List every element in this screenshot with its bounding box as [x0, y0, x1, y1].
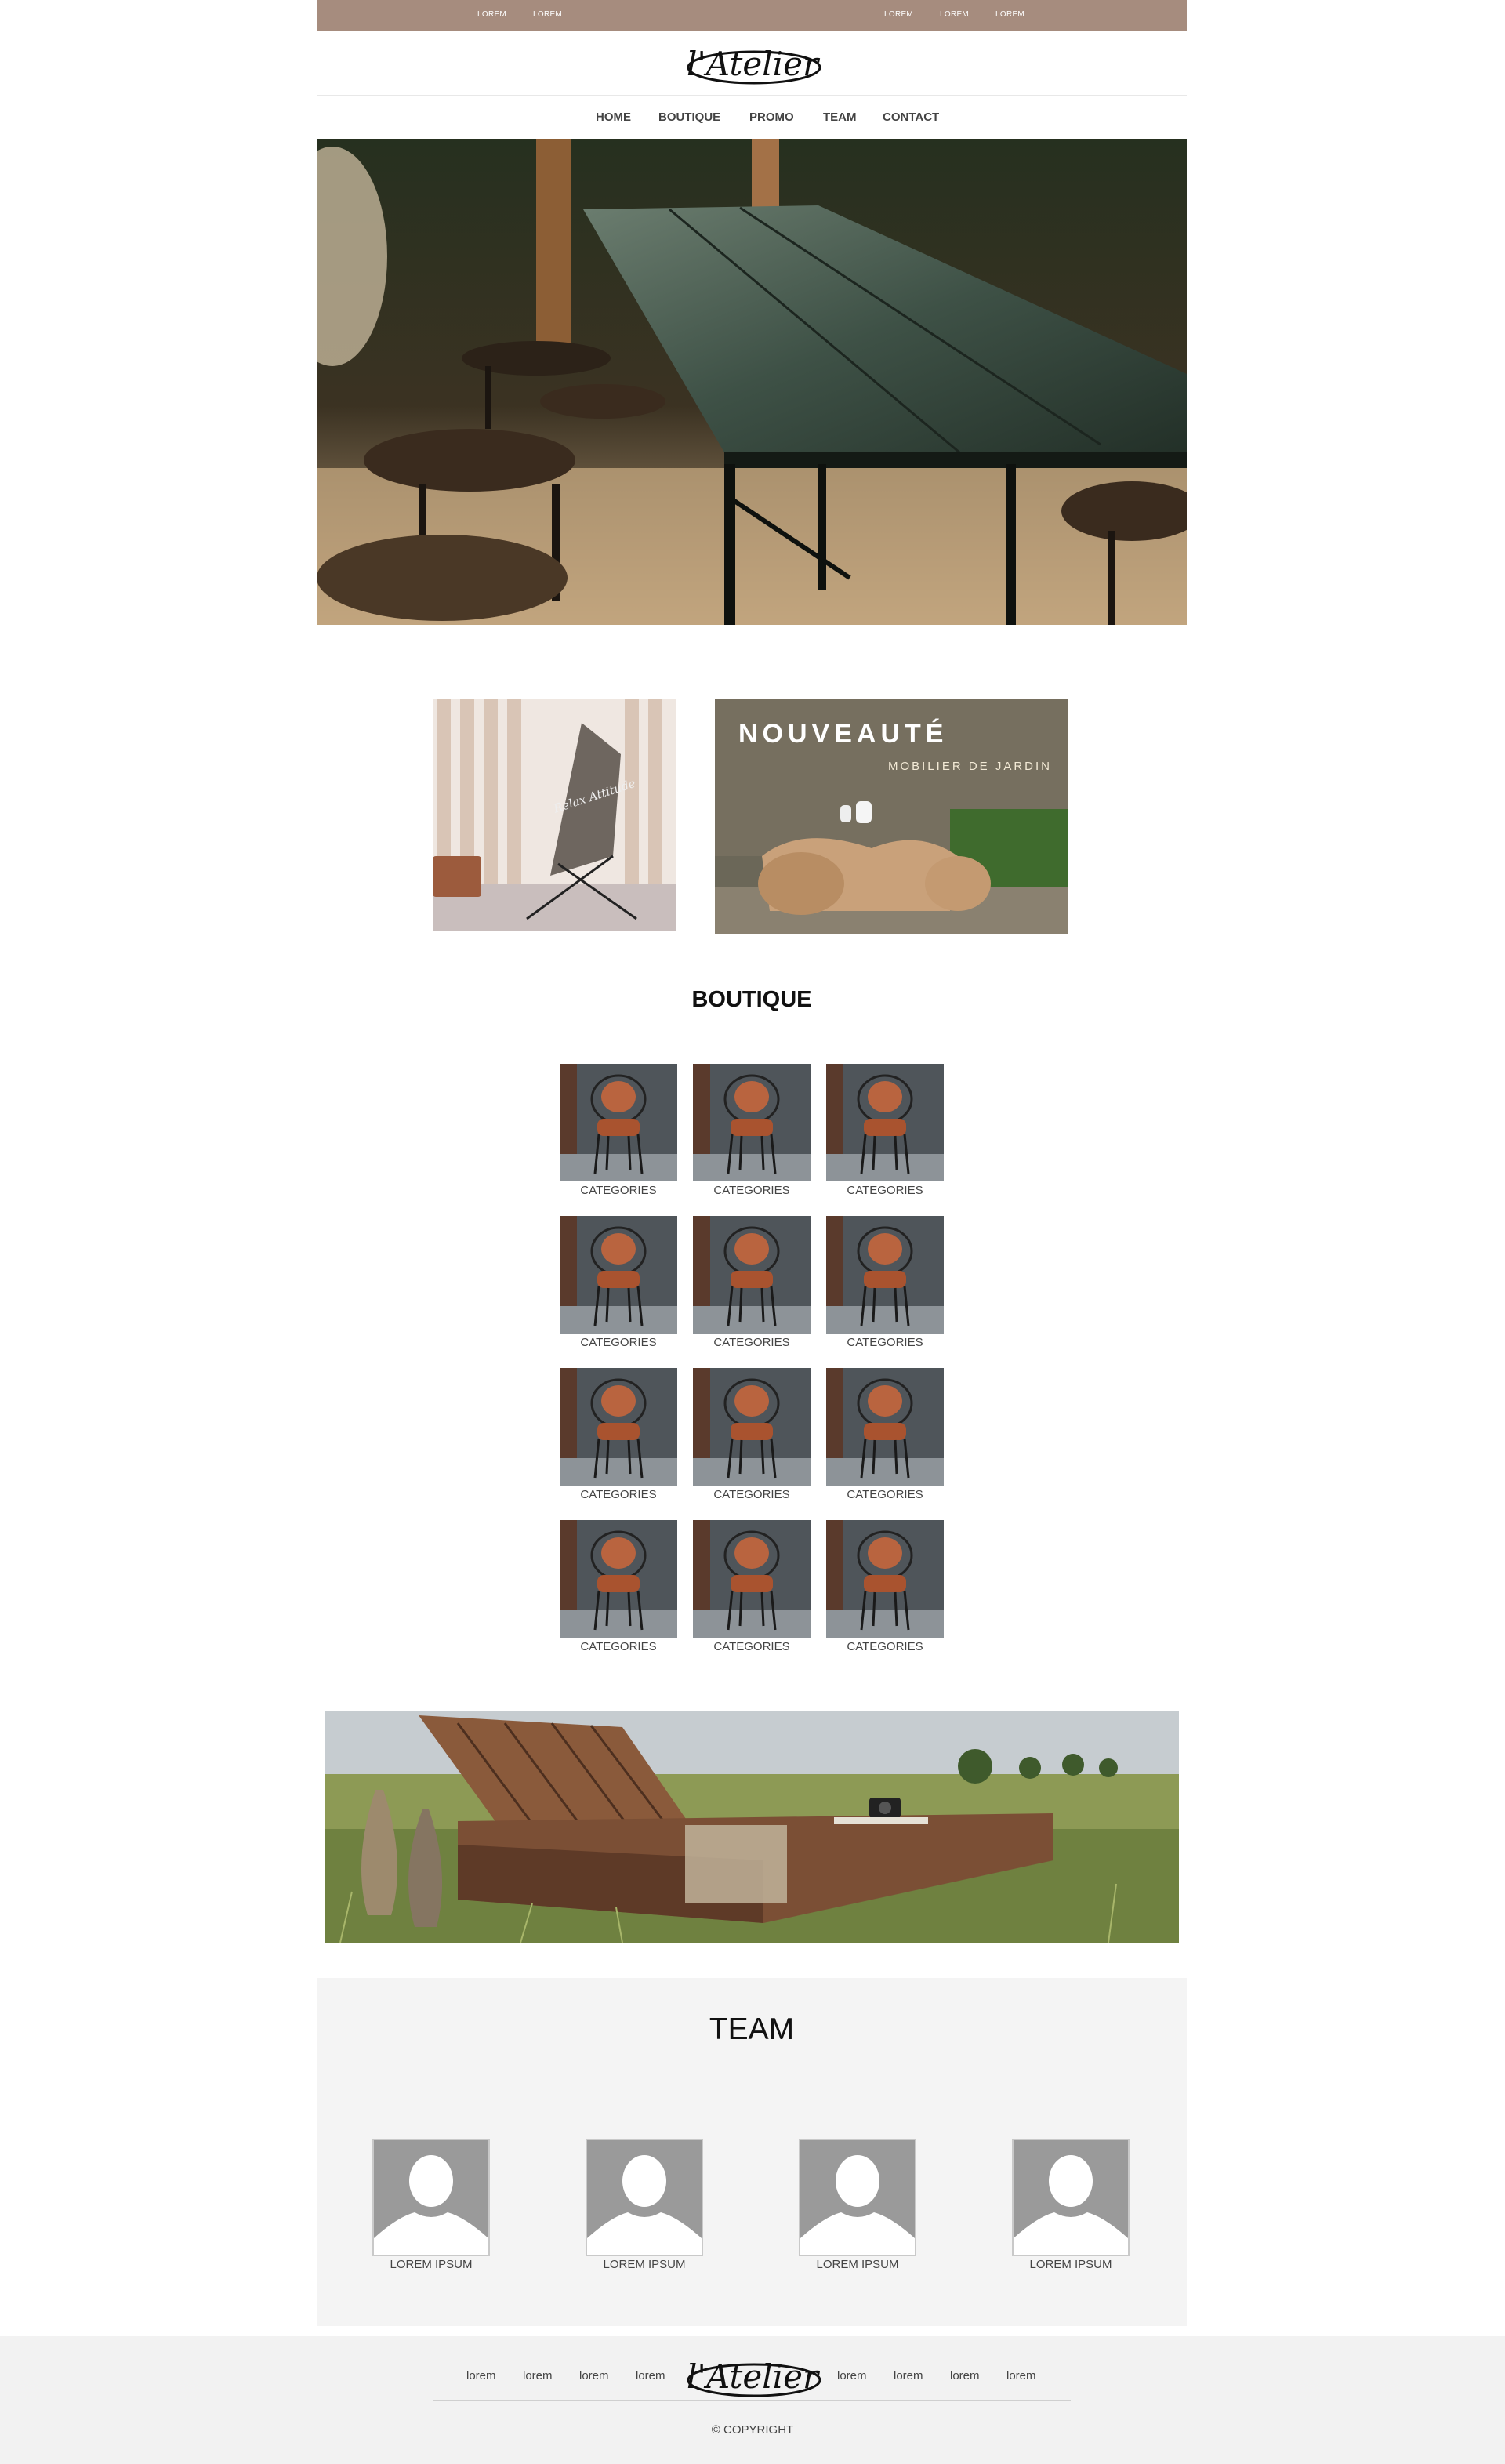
category-label[interactable]: CATEGORIES	[693, 1640, 811, 1653]
promo-subtitle: MOBILIER DE JARDIN	[888, 760, 1052, 773]
category-tile[interactable]: CATEGORIES	[560, 1368, 677, 1503]
category-label[interactable]: CATEGORIES	[560, 1336, 677, 1349]
team-section: TEAM LOREM IPSUM LOREM IPSUM LOREM IPSUM…	[317, 1978, 1187, 2326]
main-nav: HOME BOUTIQUE PROMO TEAM CONTACT	[317, 96, 1187, 139]
category-tile[interactable]: CATEGORIES	[693, 1216, 811, 1351]
avatar-placeholder-icon	[372, 2139, 490, 2256]
site-logo[interactable]: l'Atelier	[677, 34, 826, 91]
category-tile[interactable]: CATEGORIES	[693, 1520, 811, 1655]
team-member[interactable]: LOREM IPSUM	[1012, 2139, 1130, 2271]
team-member-name: LOREM IPSUM	[816, 2258, 899, 2271]
nav-team[interactable]: TEAM	[823, 111, 857, 124]
category-label[interactable]: CATEGORIES	[826, 1488, 944, 1501]
category-image[interactable]	[826, 1368, 944, 1486]
nav-contact[interactable]: CONTACT	[883, 111, 939, 124]
hero-image	[317, 139, 1187, 625]
team-member[interactable]: LOREM IPSUM	[372, 2139, 490, 2271]
category-label[interactable]: CATEGORIES	[560, 1184, 677, 1197]
category-label[interactable]: CATEGORIES	[560, 1488, 677, 1501]
topbar-link[interactable]: LOREM	[995, 10, 1024, 19]
team-title: TEAM	[709, 2012, 795, 2046]
top-bar: LOREM LOREM LOREM LOREM LOREM	[317, 0, 1187, 31]
category-image[interactable]	[826, 1064, 944, 1181]
category-label[interactable]: CATEGORIES	[693, 1336, 811, 1349]
category-image[interactable]	[693, 1064, 811, 1181]
team-member[interactable]: LOREM IPSUM	[799, 2139, 916, 2271]
category-tile[interactable]: CATEGORIES	[693, 1368, 811, 1503]
footer-logo[interactable]: l'Atelier	[677, 2347, 826, 2404]
footer-link[interactable]: lorem	[837, 2369, 867, 2382]
category-image[interactable]	[693, 1368, 811, 1486]
footer-link[interactable]: lorem	[894, 2369, 923, 2382]
footer-link[interactable]: lorem	[466, 2369, 496, 2382]
team-member[interactable]: LOREM IPSUM	[586, 2139, 703, 2271]
category-tile[interactable]: CATEGORIES	[560, 1216, 677, 1351]
category-label[interactable]: CATEGORIES	[693, 1488, 811, 1501]
topbar-link[interactable]: LOREM	[940, 10, 969, 19]
category-tile[interactable]: CATEGORIES	[826, 1064, 944, 1199]
category-label[interactable]: CATEGORIES	[826, 1336, 944, 1349]
logo-wordmark: l'Atelier	[687, 45, 821, 83]
category-label[interactable]: CATEGORIES	[826, 1184, 944, 1197]
category-label[interactable]: CATEGORIES	[560, 1640, 677, 1653]
category-tile[interactable]: CATEGORIES	[826, 1216, 944, 1351]
site-header: l'Atelier	[317, 31, 1187, 95]
category-image[interactable]	[560, 1368, 677, 1486]
promo-nouveaute-banner[interactable]: NOUVEAUTÉ MOBILIER DE JARDIN	[715, 699, 1068, 934]
footer-link[interactable]: lorem	[1006, 2369, 1036, 2382]
footer-divider	[433, 2400, 1071, 2401]
category-image[interactable]	[560, 1216, 677, 1334]
category-image[interactable]	[826, 1520, 944, 1638]
footer-link[interactable]: lorem	[950, 2369, 980, 2382]
category-image[interactable]	[693, 1216, 811, 1334]
team-member-name: LOREM IPSUM	[390, 2258, 473, 2271]
copyright-text: © COPYRIGHT	[711, 2423, 794, 2437]
avatar-placeholder-icon	[799, 2139, 916, 2256]
category-tile[interactable]: CATEGORIES	[693, 1064, 811, 1199]
team-member-name: LOREM IPSUM	[603, 2258, 686, 2271]
category-image[interactable]	[826, 1216, 944, 1334]
team-member-name: LOREM IPSUM	[1029, 2258, 1112, 2271]
avatar-placeholder-icon	[1012, 2139, 1130, 2256]
promo-title: NOUVEAUTÉ	[738, 719, 948, 749]
topbar-link[interactable]: LOREM	[477, 10, 506, 19]
topbar-link[interactable]: LOREM	[533, 10, 562, 19]
topbar-link[interactable]: LOREM	[884, 10, 913, 19]
garden-daybed-banner[interactable]	[325, 1711, 1179, 1943]
nav-boutique[interactable]: BOUTIQUE	[658, 111, 720, 124]
footer-link[interactable]: lorem	[579, 2369, 609, 2382]
avatar-placeholder-icon	[586, 2139, 703, 2256]
category-label[interactable]: CATEGORIES	[826, 1640, 944, 1653]
category-image[interactable]	[693, 1520, 811, 1638]
category-tile[interactable]: CATEGORIES	[826, 1520, 944, 1655]
category-image[interactable]	[560, 1064, 677, 1181]
category-label[interactable]: CATEGORIES	[693, 1184, 811, 1197]
boutique-title: BOUTIQUE	[691, 987, 812, 1012]
footer-link[interactable]: lorem	[523, 2369, 553, 2382]
footer-logo-wordmark: l'Atelier	[687, 2357, 821, 2396]
nav-promo[interactable]: PROMO	[749, 111, 794, 124]
footer-link[interactable]: lorem	[636, 2369, 665, 2382]
category-tile[interactable]: CATEGORIES	[826, 1368, 944, 1503]
category-image[interactable]	[560, 1520, 677, 1638]
category-tile[interactable]: CATEGORIES	[560, 1064, 677, 1199]
category-tile[interactable]: CATEGORIES	[560, 1520, 677, 1655]
nav-home[interactable]: HOME	[596, 111, 631, 124]
site-footer: lorem lorem lorem lorem l'Atelier lorem …	[0, 2336, 1505, 2464]
promo-chair-image[interactable]: Relax Attitude	[433, 699, 676, 931]
